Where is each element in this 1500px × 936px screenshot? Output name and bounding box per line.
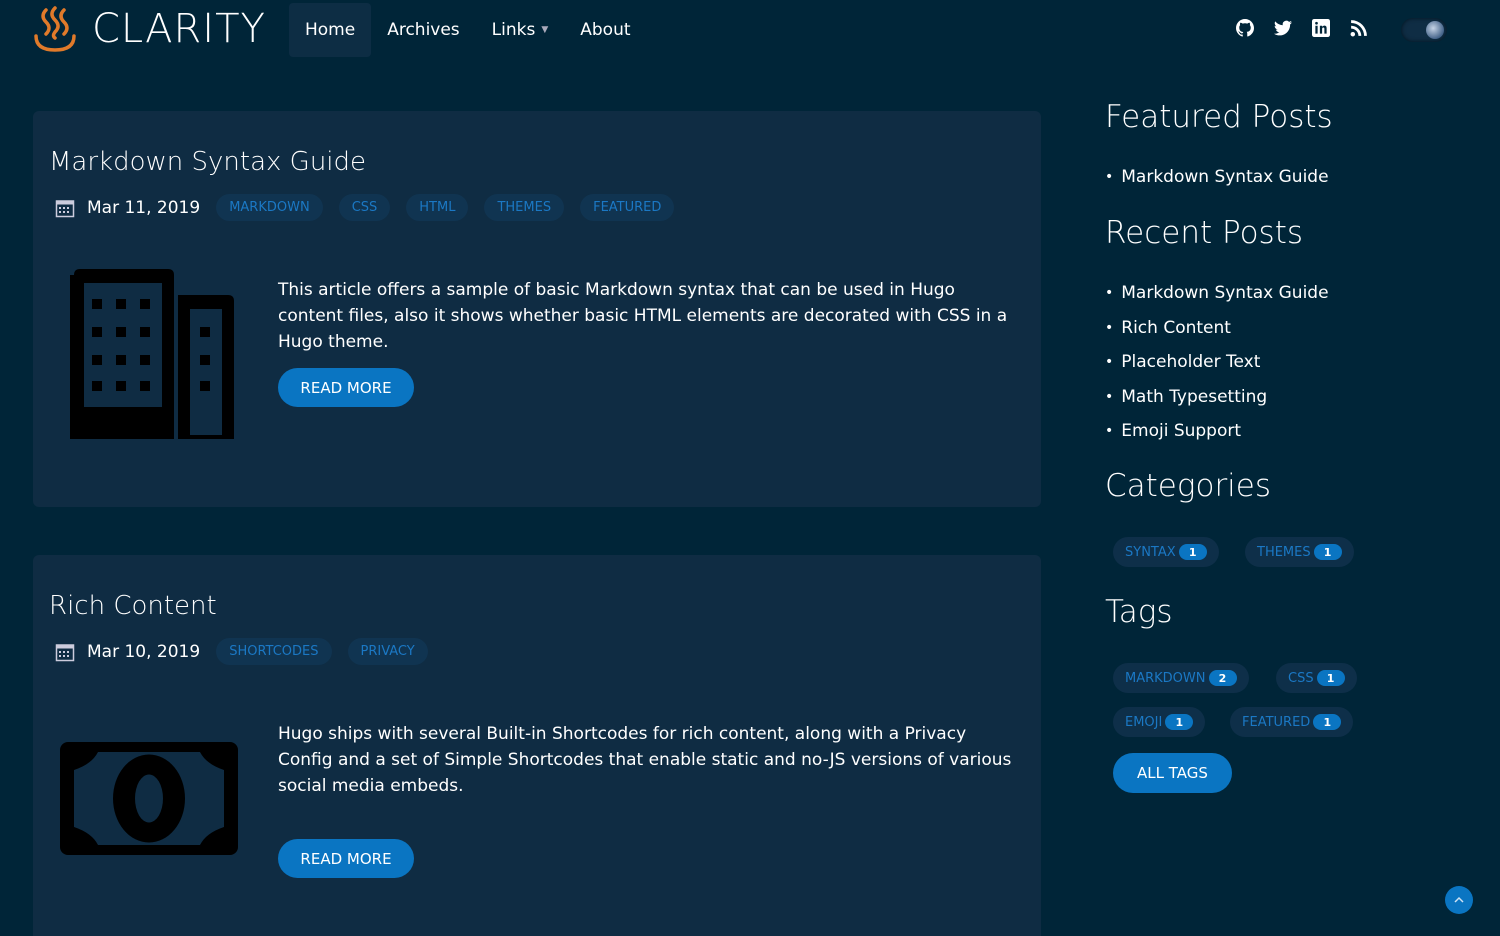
github-icon[interactable]: [1236, 19, 1254, 37]
post-excerpt: Hugo ships with several Built-in Shortco…: [278, 724, 1012, 796]
category-themes[interactable]: THEMES 1: [1245, 537, 1354, 567]
building-icon[interactable]: [70, 269, 234, 439]
featured-posts-heading: Featured Posts: [1105, 99, 1333, 135]
featured-post-link[interactable]: Markdown Syntax Guide: [1105, 160, 1328, 195]
recent-posts-list: Markdown Syntax Guide Rich Content Place…: [1105, 276, 1329, 449]
rss-icon[interactable]: [1350, 19, 1368, 37]
all-tags-button[interactable]: ALL TAGS: [1113, 753, 1232, 793]
category-label: SYNTAX: [1125, 544, 1176, 560]
linkedin-icon[interactable]: [1312, 19, 1330, 37]
caret-down-icon: ▼: [541, 25, 549, 35]
chevron-up-icon: [1454, 896, 1464, 903]
twitter-icon[interactable]: [1274, 19, 1292, 37]
tag-label: CSS: [1288, 670, 1314, 686]
featured-posts-list: Markdown Syntax Guide: [1105, 160, 1328, 195]
tag-label: EMOJI: [1125, 714, 1163, 730]
recent-post-link[interactable]: Markdown Syntax Guide: [1105, 276, 1328, 311]
post-meta: Mar 10, 2019 SHORTCODES PRIVACY: [55, 638, 444, 665]
hot-springs-logo-icon: [34, 6, 76, 52]
post-date: Mar 10, 2019: [87, 641, 201, 662]
recent-post-link[interactable]: Math Typesetting: [1105, 380, 1329, 415]
tag-label: MARKDOWN: [1125, 670, 1206, 686]
category-syntax[interactable]: SYNTAX 1: [1113, 537, 1219, 567]
scroll-to-top-button[interactable]: [1445, 886, 1473, 914]
tags-heading: Tags: [1105, 594, 1173, 630]
categories-heading: Categories: [1105, 468, 1272, 504]
nav-archives[interactable]: Archives: [371, 3, 475, 57]
theme-toggle[interactable]: [1401, 18, 1447, 42]
social-links: [1236, 19, 1368, 37]
calendar-icon: [55, 643, 75, 661]
nav-links-label: Links: [491, 20, 536, 40]
read-more-button[interactable]: READ MORE: [278, 368, 414, 407]
post-card: Rich Content Mar 10, 2019 SHORTCODES PRI…: [33, 555, 1041, 936]
read-more-button[interactable]: READ MORE: [278, 839, 414, 878]
post-card: Markdown Syntax Guide Mar 11, 2019 MARKD…: [33, 111, 1041, 507]
tag-emoji[interactable]: EMOJI 1: [1113, 707, 1206, 737]
moon-icon: [1426, 21, 1444, 39]
post-tag[interactable]: PRIVACY: [347, 638, 428, 665]
main-nav: Home Archives Links ▼ About: [289, 3, 647, 57]
calendar-icon: [55, 199, 75, 217]
tag-count-badge: 1: [1316, 670, 1345, 686]
nav-about[interactable]: About: [564, 3, 646, 57]
tag-count-badge: 2: [1208, 670, 1237, 686]
category-label: THEMES: [1257, 544, 1311, 560]
post-date: Mar 11, 2019: [87, 197, 201, 218]
post-tag[interactable]: THEMES: [484, 194, 565, 221]
tag-markdown[interactable]: MARKDOWN 2: [1113, 663, 1249, 693]
post-title[interactable]: Markdown Syntax Guide: [49, 147, 366, 177]
post-tag[interactable]: FEATURED: [580, 194, 675, 221]
recent-post-link[interactable]: Rich Content: [1105, 311, 1329, 346]
category-count-badge: 1: [1313, 544, 1342, 560]
post-title[interactable]: Rich Content: [49, 591, 217, 621]
post-tag[interactable]: SHORTCODES: [216, 638, 332, 665]
recent-post-link[interactable]: Emoji Support: [1105, 414, 1329, 449]
site-logo[interactable]: CLARITY: [32, 6, 266, 52]
post-tag[interactable]: MARKDOWN: [216, 194, 323, 221]
nav-home[interactable]: Home: [289, 3, 372, 57]
tag-label: FEATURED: [1242, 714, 1311, 730]
post-tag[interactable]: CSS: [338, 194, 391, 221]
category-count-badge: 1: [1178, 544, 1207, 560]
recent-post-link[interactable]: Placeholder Text: [1105, 345, 1329, 380]
post-meta: Mar 11, 2019 MARKDOWN CSS HTML THEMES FE…: [55, 194, 690, 221]
post-tag[interactable]: HTML: [406, 194, 469, 221]
tag-css[interactable]: CSS 1: [1276, 663, 1357, 693]
tag-featured[interactable]: FEATURED 1: [1230, 707, 1354, 737]
site-title: CLARITY: [92, 6, 266, 52]
tag-count-badge: 1: [1165, 714, 1194, 730]
money-bill-icon[interactable]: [60, 742, 238, 855]
nav-links[interactable]: Links ▼: [476, 3, 565, 57]
tag-count-badge: 1: [1313, 714, 1342, 730]
post-excerpt: This article offers a sample of basic Ma…: [278, 280, 1008, 352]
recent-posts-heading: Recent Posts: [1105, 215, 1304, 251]
site-header: CLARITY Home Archives Links ▼ About: [0, 0, 1500, 60]
